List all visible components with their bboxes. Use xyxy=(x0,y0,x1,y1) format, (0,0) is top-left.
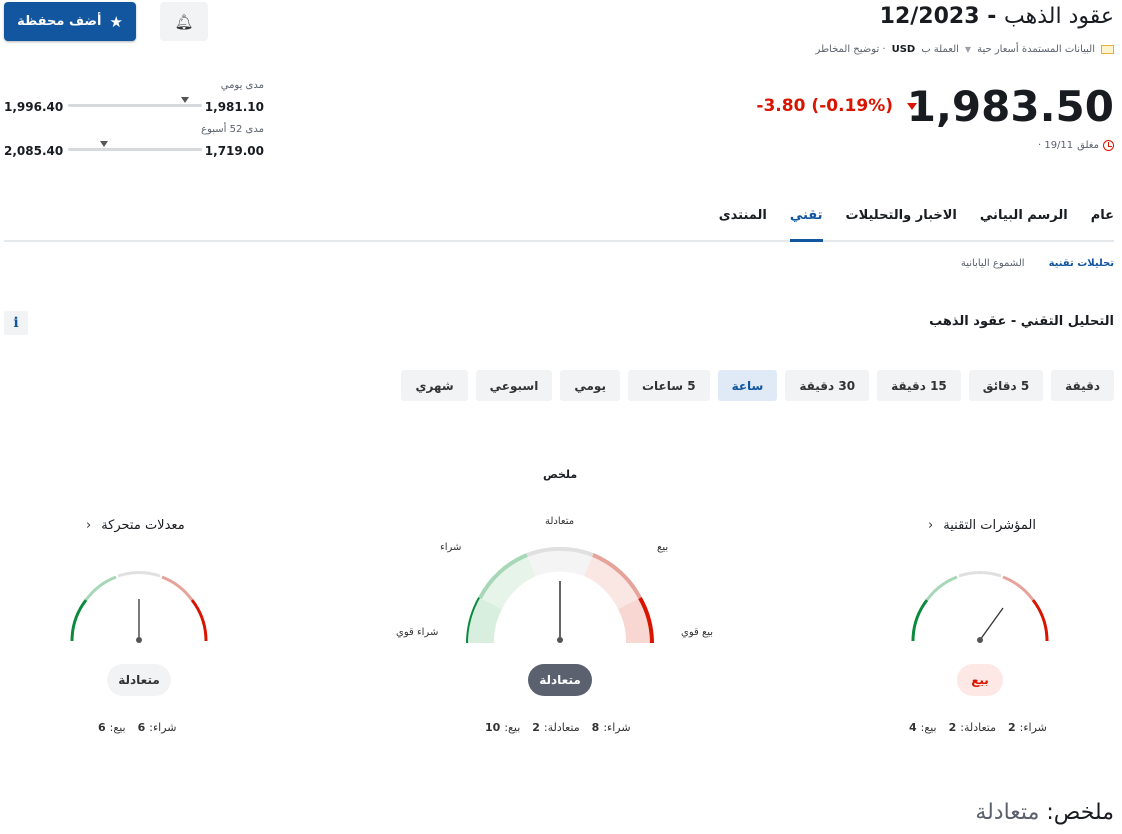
indicators-gauge-title: المؤشرات التقنية xyxy=(943,518,1036,533)
summary-label-strong-sell: بيع قوي xyxy=(681,627,714,638)
indicators-sell-count: بيع:4 xyxy=(909,721,937,734)
data-source-label[interactable]: البيانات المستمدة أسعار حية xyxy=(977,44,1095,55)
folder-icon xyxy=(1101,45,1114,54)
week52-range-low: 1,719.00 xyxy=(204,144,264,158)
instrument-meta: البيانات المستمدة أسعار حية ▼ العملة ب U… xyxy=(816,44,1114,55)
chevron-left-icon: ‹ xyxy=(928,518,934,533)
closed-date: 19/11 · xyxy=(1037,140,1074,151)
indicators-counts: شراء:2 متعادلة:2 بيع:4 xyxy=(909,721,1047,734)
down-arrow-icon xyxy=(907,102,917,110)
week52-range-high: 2,085.40 xyxy=(4,144,64,158)
period-button-3[interactable]: 30 دقيقة xyxy=(785,370,870,401)
summary-label-buy: شراء xyxy=(440,542,462,553)
summary-label-neutral: متعادلة xyxy=(545,516,575,527)
instrument-name: عقود الذهب xyxy=(1004,4,1114,29)
summary-label-strong-buy: شراء قوي xyxy=(396,627,439,638)
period-button-1[interactable]: 5 دقائق xyxy=(968,370,1044,401)
period-button-7[interactable]: اسبوعي xyxy=(475,370,553,401)
currency-label: العملة ب xyxy=(921,44,959,55)
currency-value: USD xyxy=(891,44,916,55)
summary-buy-count: شراء:8 xyxy=(591,721,631,734)
gauge-needle-pivot xyxy=(977,637,983,643)
tab-0[interactable]: عام xyxy=(1091,206,1114,242)
indicators-buy-count: شراء:2 xyxy=(1008,721,1047,734)
add-alert-button[interactable]: 🔔︎ xyxy=(160,2,208,41)
chevron-left-icon: ‹ xyxy=(86,518,92,533)
section-title: التحليل التقني - عقود الذهب xyxy=(929,314,1114,329)
week52-range-bar xyxy=(68,141,202,151)
moving-averages-gauge-title: معدلات متحركة xyxy=(101,518,185,533)
page-title: عقود الذهب - 12/2023 xyxy=(880,4,1114,29)
moving-averages-counts: شراء:6 بيع:6 xyxy=(98,721,177,734)
tab-1[interactable]: الرسم البياني xyxy=(980,206,1068,242)
week52-range: مدى 52 أسبوع 1,719.00 2,085.40 xyxy=(4,124,264,158)
sub-tabs: تحليلات تقنية الشموع اليابانية xyxy=(961,258,1114,269)
moving-averages-sell-count: بيع:6 xyxy=(98,721,126,734)
chevron-down-icon[interactable]: ▼ xyxy=(965,45,971,54)
tab-3[interactable]: تقني xyxy=(789,206,823,242)
contract-month: 12/2023 xyxy=(879,4,980,29)
gauge-needle-pivot xyxy=(557,637,563,643)
bottom-summary: ملخص: متعادلة xyxy=(975,800,1114,825)
summary-sell-count: بيع:10 xyxy=(485,721,521,734)
indicators-gauge-link[interactable]: المؤشرات التقنية ‹ xyxy=(928,518,1036,533)
indicators-gauge xyxy=(911,571,1049,643)
summary-label-sell: بيع xyxy=(657,542,669,553)
indicators-neutral-count: متعادلة:2 xyxy=(948,721,996,734)
period-button-6[interactable]: يومي xyxy=(560,370,620,401)
daily-range-high: 1,996.40 xyxy=(4,100,64,114)
subtab-candlestick[interactable]: الشموع اليابانية xyxy=(961,258,1025,269)
moving-averages-verdict-badge: متعادلة xyxy=(107,664,171,696)
bell-plus-icon: 🔔︎ xyxy=(174,12,194,31)
tab-4[interactable]: المنتدى xyxy=(719,206,767,242)
tab-2[interactable]: الاخبار والتحليلات xyxy=(846,206,957,242)
bottom-summary-value: متعادلة xyxy=(975,800,1040,825)
moving-averages-gauge-link[interactable]: معدلات متحركة ‹ xyxy=(86,518,185,533)
moving-averages-gauge xyxy=(70,571,208,643)
summary-gauge-title: ملخص xyxy=(543,468,578,481)
price-change: -3.80 (-0.19%) xyxy=(756,96,917,116)
title-dash: - xyxy=(979,4,997,29)
summary-verdict-badge: متعادلة xyxy=(528,664,592,696)
week52-range-label: مدى 52 أسبوع xyxy=(201,124,264,135)
change-percent: (-0.19%) xyxy=(811,96,893,116)
gauge-needle xyxy=(979,607,1004,641)
daily-range-marker xyxy=(180,97,189,103)
clock-icon xyxy=(1103,140,1114,151)
main-tabs: عام الرسم البياني الاخبار والتحليلات تقني ال… xyxy=(4,206,1114,242)
period-button-8[interactable]: شهري xyxy=(401,370,468,401)
risk-disclosure-link[interactable]: · توضيح المخاطر xyxy=(816,44,886,55)
summary-gauge xyxy=(466,546,654,644)
daily-range-label: مدى يومي xyxy=(220,80,264,91)
closed-label: مغلق xyxy=(1077,140,1099,151)
add-portfolio-label: أضف محفظة xyxy=(17,14,102,29)
subtab-technical-analysis[interactable]: تحليلات تقنية xyxy=(1049,258,1114,269)
info-icon[interactable]: i xyxy=(4,311,28,335)
period-button-5[interactable]: 5 ساعات xyxy=(627,370,710,401)
summary-neutral-count: متعادلة:2 xyxy=(532,721,580,734)
daily-range: مدى يومي 1,981.10 1,996.40 xyxy=(4,80,264,114)
daily-range-low: 1,981.10 xyxy=(204,100,264,114)
week52-range-marker xyxy=(100,141,109,147)
period-button-2[interactable]: 15 دقيقة xyxy=(877,370,961,401)
bottom-summary-label: ملخص: xyxy=(1046,800,1114,825)
indicators-verdict-badge: بيع xyxy=(957,664,1003,696)
star-icon: ★ xyxy=(109,12,123,31)
last-price: 1,983.50 xyxy=(906,82,1114,131)
gauge-needle-pivot xyxy=(136,637,142,643)
timeframe-selector: دقيقة 5 دقائق 15 دقيقة 30 دقيقة ساعة 5 ساعات ي… xyxy=(401,370,1114,401)
period-button-0[interactable]: دقيقة xyxy=(1051,370,1114,401)
add-portfolio-button[interactable]: ★ أضف محفظة xyxy=(4,2,136,41)
period-button-4[interactable]: ساعة xyxy=(717,370,778,401)
market-status: مغلق 19/11 · xyxy=(1038,140,1114,151)
daily-range-bar xyxy=(68,97,202,107)
moving-averages-buy-count: شراء:6 xyxy=(137,721,177,734)
summary-counts: شراء:8 متعادلة:2 بيع:10 xyxy=(485,721,631,734)
change-value: -3.80 xyxy=(756,96,806,116)
